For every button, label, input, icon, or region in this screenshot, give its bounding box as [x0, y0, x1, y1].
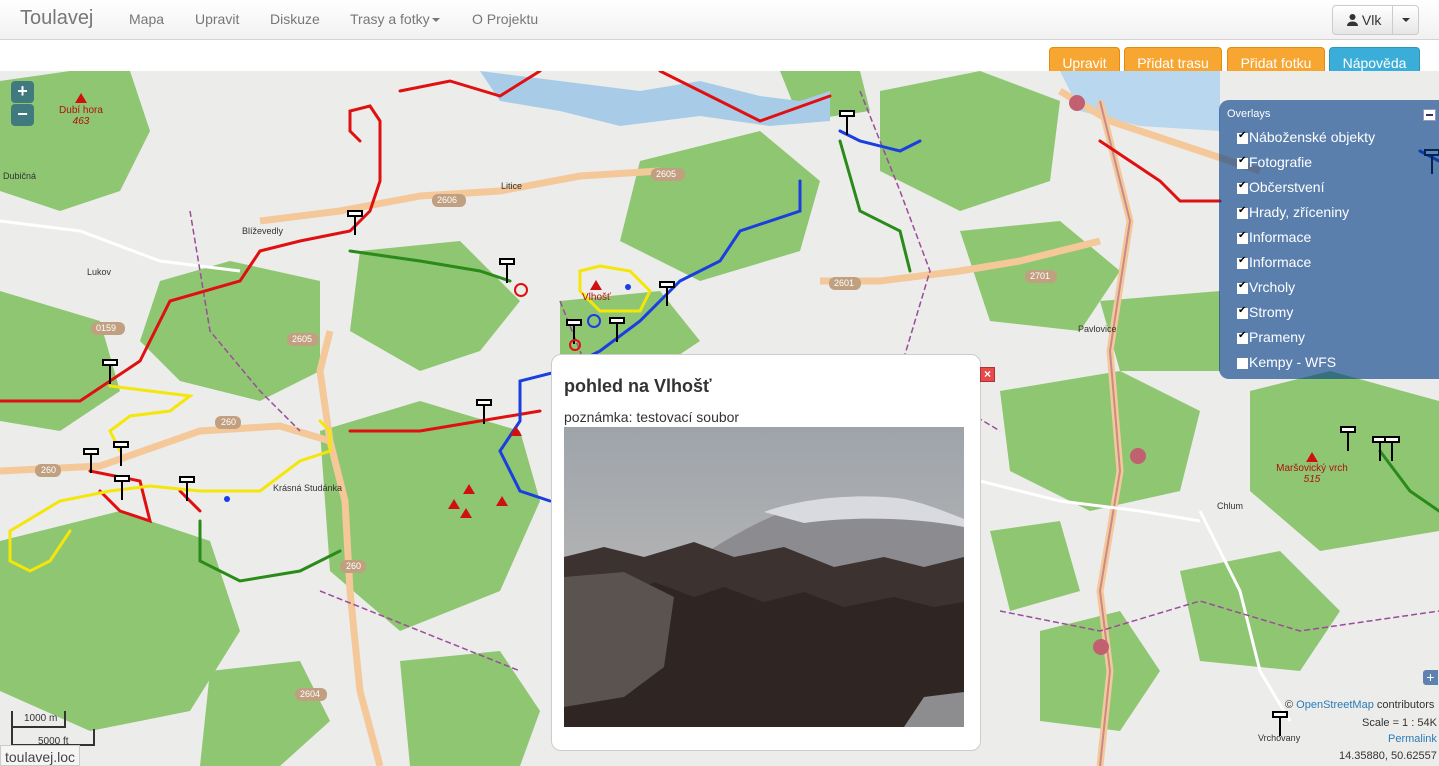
overlay-label: Občerstvení — [1249, 179, 1325, 195]
checkbox[interactable] — [1237, 330, 1248, 344]
popup-note: poznámka: testovací soubor — [564, 409, 740, 425]
layer-switcher-title: Overlays — [1227, 108, 1271, 120]
overlay-item[interactable]: Hrady, zříceniny — [1237, 204, 1349, 224]
overlay-label: Hrady, zříceniny — [1249, 204, 1350, 220]
checkbox[interactable] — [1237, 180, 1248, 194]
overlay-item[interactable]: Prameny — [1237, 329, 1305, 349]
brand-logo[interactable]: Toulavej — [20, 7, 93, 30]
zoom-out-button[interactable]: − — [11, 104, 34, 126]
overlay-label: Vrcholy — [1249, 279, 1296, 295]
checkbox[interactable] — [1237, 130, 1248, 144]
checkbox[interactable] — [1237, 280, 1248, 294]
map-label-road: 0159 — [96, 323, 117, 333]
map-label-road: 260 — [41, 465, 57, 475]
map-label-peak: Maršovický vrch 515 — [1276, 463, 1348, 485]
map-label-road: 2701 — [1030, 271, 1051, 281]
add-route-button[interactable]: Přidat trasu — [1124, 47, 1222, 73]
close-icon[interactable]: × — [980, 367, 995, 382]
map-label-town: Pavlovice — [1078, 324, 1117, 334]
overlay-item[interactable]: Náboženské objekty — [1237, 129, 1375, 149]
map-label-peak: Dubí hora 463 — [59, 105, 103, 127]
top-navbar: Toulavej Mapa Upravit Diskuze Trasy a fo… — [0, 0, 1439, 40]
photo-popup: pohled na Vlhošť poznámka: testovací sou… — [551, 354, 981, 751]
map-label-road: 2605 — [292, 334, 313, 344]
overlay-item[interactable]: Kempy - WFS — [1237, 354, 1336, 374]
overlay-item[interactable]: Stromy — [1237, 304, 1293, 324]
scale-meters: 1000 m — [24, 713, 58, 724]
popup-photo[interactable] — [564, 427, 964, 727]
map-canvas[interactable]: Dubí hora 463 Vlhošť Dubičná Blíževedly L… — [0, 71, 1439, 766]
map-label-vlhost: Vlhošť — [582, 292, 611, 303]
overlay-item[interactable]: Občerstvení — [1237, 179, 1324, 199]
nav-upravit[interactable]: Upravit — [195, 11, 239, 27]
attribution: © OpenStreetMap contributors — [1285, 699, 1435, 711]
map-label-town: Lukov — [87, 267, 112, 277]
edit-button[interactable]: Upravit — [1049, 47, 1120, 73]
nav-trasy-a-fotky[interactable]: Trasy a fotky — [350, 11, 440, 27]
nav-o-projektu[interactable]: O Projektu — [472, 11, 538, 27]
zoom-in-button[interactable]: + — [11, 81, 34, 103]
overlay-item[interactable]: Informace — [1237, 254, 1311, 274]
map-label-town: Litice — [501, 181, 523, 191]
chevron-down-icon — [431, 18, 440, 23]
map-label-town: Blíževedly — [242, 226, 284, 236]
checkbox[interactable] — [1237, 230, 1248, 244]
map-label-road: 2604 — [300, 689, 321, 699]
nav-mapa[interactable]: Mapa — [129, 11, 164, 27]
user-icon — [1347, 12, 1362, 28]
map-label-town: Dubičná — [3, 171, 37, 181]
landscape-photo — [564, 427, 964, 727]
checkbox[interactable] — [1237, 205, 1248, 219]
checkbox[interactable] — [1237, 305, 1248, 319]
overlay-item[interactable]: Vrcholy — [1237, 279, 1295, 299]
scale-ratio: Scale = 1 : 54K — [1362, 717, 1437, 729]
overlay-label: Informace — [1249, 254, 1312, 270]
map-label-road: 260 — [346, 561, 362, 571]
overlay-label: Prameny — [1249, 329, 1306, 345]
overlay-label: Stromy — [1249, 304, 1294, 320]
overlay-label: Fotografie — [1249, 154, 1313, 170]
layer-switcher: Overlays Náboženské objekty Fotografie O… — [1219, 100, 1439, 379]
map-label-town: Vrchovany — [1258, 733, 1301, 743]
map-label-town: Krásná Studánka — [273, 483, 343, 493]
checkbox[interactable] — [1237, 155, 1248, 169]
overlay-item[interactable]: Informace — [1237, 229, 1311, 249]
map-label-road: 2605 — [656, 169, 677, 179]
osm-link[interactable]: OpenStreetMap — [1296, 699, 1374, 711]
overlay-label: Kempy - WFS — [1249, 354, 1337, 370]
add-photo-button[interactable]: Přidat fotku — [1227, 47, 1325, 73]
user-name: Vlk — [1361, 12, 1382, 28]
popup-title: pohled na Vlhošť — [564, 376, 712, 396]
user-button[interactable]: Vlk — [1332, 5, 1393, 35]
overlay-item[interactable]: Fotografie — [1237, 154, 1312, 174]
status-bar-url: toulavej.loc — [0, 745, 81, 766]
map-label-road: 2601 — [834, 278, 855, 288]
checkbox[interactable] — [1237, 255, 1248, 269]
map-label-road: 260 — [221, 417, 237, 427]
overlay-label: Náboženské objekty — [1249, 129, 1376, 145]
user-menu-toggle[interactable] — [1392, 5, 1419, 35]
mouse-coordinates: 14.35880, 50.62557 — [1339, 750, 1437, 762]
nav-trasy-label: Trasy a fotky — [350, 11, 430, 27]
permalink[interactable]: Permalink — [1388, 733, 1437, 745]
minimize-icon[interactable] — [1423, 109, 1436, 121]
checkbox[interactable] — [1237, 358, 1248, 369]
help-button[interactable]: Nápověda — [1329, 47, 1420, 73]
expand-icon[interactable]: + — [1423, 670, 1438, 685]
overlay-label: Informace — [1249, 229, 1312, 245]
chevron-down-icon — [1402, 18, 1410, 22]
map-label-town: Chlum — [1217, 501, 1244, 511]
nav-diskuze[interactable]: Diskuze — [270, 11, 320, 27]
map-label-road: 2606 — [437, 195, 458, 205]
